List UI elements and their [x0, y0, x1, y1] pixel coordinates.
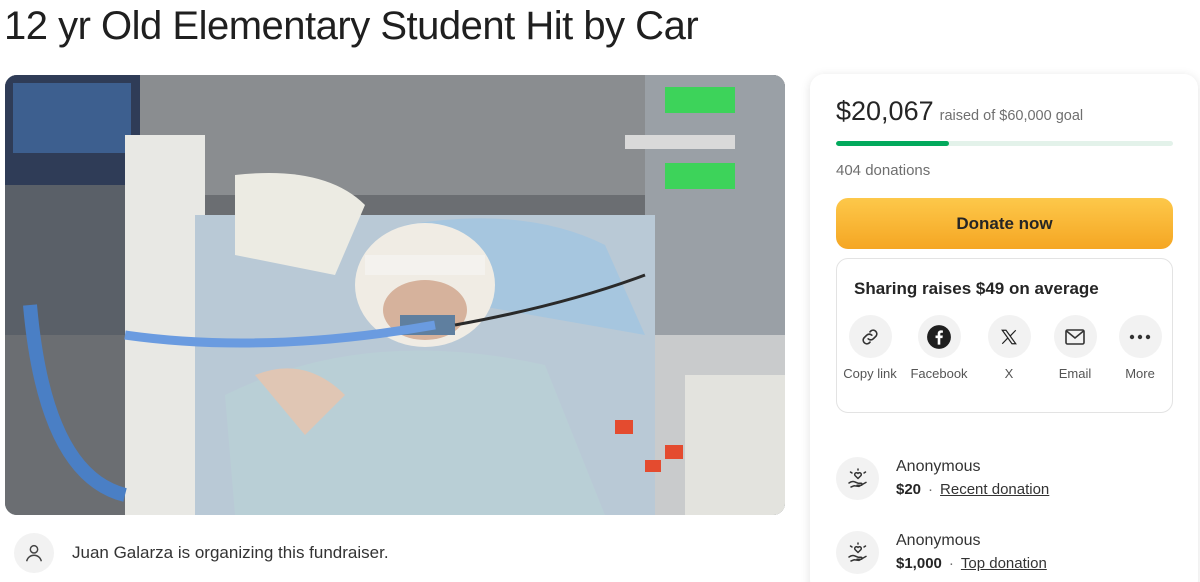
more-share-button[interactable]: More [1107, 315, 1173, 382]
share-label: X [1004, 366, 1014, 381]
organizer-text: Juan Galarza is organizing this fundrais… [72, 543, 389, 562]
recent-donation-link[interactable]: Recent donation [940, 481, 1049, 498]
donation-item: Anonymous $20 · Recent donation [836, 457, 1049, 500]
donation-amount: $1,000 [896, 555, 942, 572]
progress-fill [836, 141, 949, 146]
x-icon [987, 315, 1031, 358]
heart-hand-icon [836, 531, 879, 574]
donation-amount: $20 [896, 481, 922, 498]
share-label: Email [1058, 366, 1092, 381]
share-label: More [1125, 366, 1155, 381]
facebook-share-button[interactable]: Facebook [906, 315, 972, 382]
donation-meta: $1,000 · Top donation [896, 555, 1047, 573]
raised-goal: raised of $60,000 goal [939, 108, 1084, 124]
progress-bar [836, 141, 1173, 146]
raised-amount: $20,067 [836, 96, 934, 126]
share-label: Facebook [910, 366, 968, 381]
link-icon [848, 315, 892, 358]
fundraiser-cover-image [5, 75, 785, 515]
donation-info: Anonymous $1,000 · Top donation [896, 531, 1047, 574]
facebook-icon [917, 315, 961, 358]
user-icon [14, 533, 54, 573]
separator-dot: · [928, 481, 934, 498]
donate-now-button[interactable]: Donate now [836, 198, 1173, 249]
email-share-button[interactable]: Email [1042, 315, 1108, 382]
donation-meta: $20 · Recent donation [896, 481, 1049, 499]
copy-link-button[interactable]: Copy link [837, 315, 903, 382]
share-panel: Sharing raises $49 on average Copy link [836, 258, 1173, 413]
x-share-button[interactable]: X [976, 315, 1042, 382]
donation-info: Anonymous $20 · Recent donation [896, 457, 1049, 500]
top-donation-link[interactable]: Top donation [961, 555, 1047, 572]
email-icon [1053, 315, 1097, 358]
heart-hand-icon [836, 457, 879, 500]
more-icon [1118, 315, 1162, 358]
organizer-row: Juan Galarza is organizing this fundrais… [14, 532, 389, 574]
donor-name: Anonymous [896, 532, 981, 549]
donation-item: Anonymous $1,000 · Top donation [836, 531, 1047, 574]
page-title: 12 yr Old Elementary Student Hit by Car [4, 4, 699, 48]
share-label: Copy link [843, 366, 897, 381]
separator-dot: · [948, 555, 954, 572]
raised-summary: $20,067 raised of $60,000 goal [836, 96, 1083, 127]
donor-name: Anonymous [896, 458, 981, 475]
share-title: Sharing raises $49 on average [854, 279, 1099, 298]
donation-count: 404 donations [836, 162, 931, 179]
donation-card: $20,067 raised of $60,000 goal 404 donat… [810, 74, 1198, 582]
